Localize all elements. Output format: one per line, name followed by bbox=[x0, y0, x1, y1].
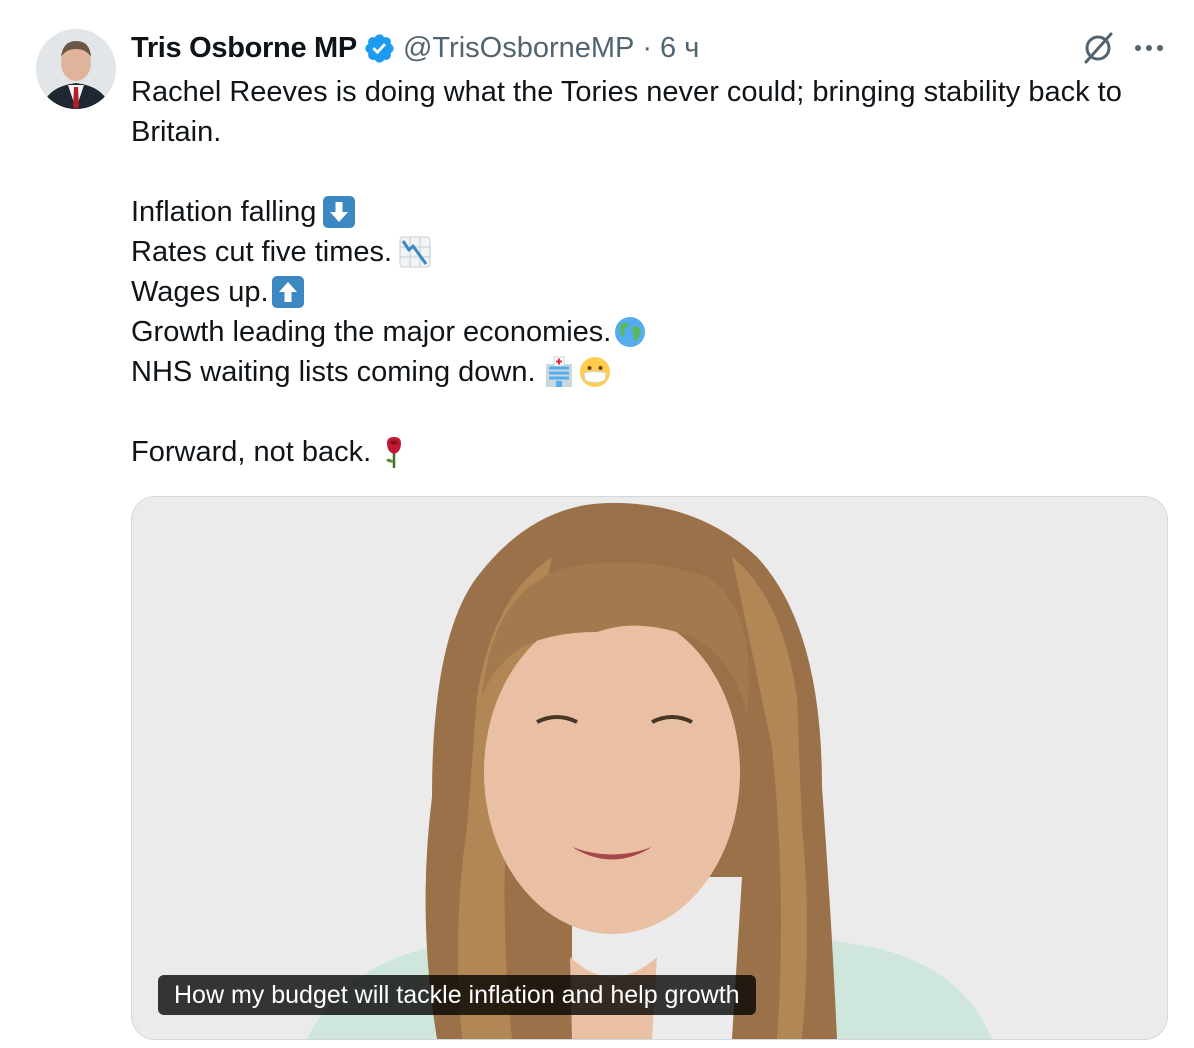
tweet-line: Forward, not back. bbox=[131, 432, 1161, 472]
tweet-intro: Rachel Reeves is doing what the Tories n… bbox=[131, 76, 1122, 148]
more-options-icon[interactable] bbox=[1134, 43, 1164, 53]
chart-decreasing-emoji bbox=[399, 236, 431, 268]
mask-face-emoji bbox=[579, 357, 610, 387]
avatar[interactable] bbox=[36, 29, 116, 109]
grok-icon[interactable] bbox=[1080, 30, 1116, 66]
globe-emoji bbox=[615, 317, 646, 347]
tweet-line: Growth leading the major economies. bbox=[131, 312, 1161, 352]
media-attachment[interactable]: How my budget will tackle inflation and … bbox=[131, 496, 1168, 1040]
hospital-emoji bbox=[545, 356, 572, 387]
rose-emoji bbox=[386, 437, 402, 468]
media-caption: How my budget will tackle inflation and … bbox=[158, 975, 756, 1015]
author-handle[interactable]: @TrisOsborneMP bbox=[403, 32, 634, 65]
tweet-text: Rachel Reeves is doing what the Tories n… bbox=[131, 72, 1161, 472]
tweet-actions bbox=[1080, 28, 1164, 68]
header-separator: · bbox=[642, 31, 653, 64]
tweet-line: Rates cut five times. bbox=[131, 232, 1161, 272]
portrait-photo bbox=[132, 497, 1167, 1039]
tweet[interactable]: Tris Osborne MP @TrisOsborneMP · 6 ч Rac… bbox=[0, 0, 1194, 1048]
tweet-line: Wages up. bbox=[131, 272, 1161, 312]
post-timestamp[interactable]: 6 ч bbox=[660, 32, 699, 65]
up-arrow-emoji bbox=[271, 276, 304, 308]
tweet-line: NHS waiting lists coming down. bbox=[131, 352, 1161, 392]
author-name[interactable]: Tris Osborne MP bbox=[131, 32, 357, 65]
tweet-line: Inflation falling bbox=[131, 192, 1161, 232]
down-arrow-emoji bbox=[323, 196, 356, 228]
verified-badge-icon bbox=[365, 33, 394, 63]
tweet-header: Tris Osborne MP @TrisOsborneMP · 6 ч bbox=[131, 28, 699, 68]
